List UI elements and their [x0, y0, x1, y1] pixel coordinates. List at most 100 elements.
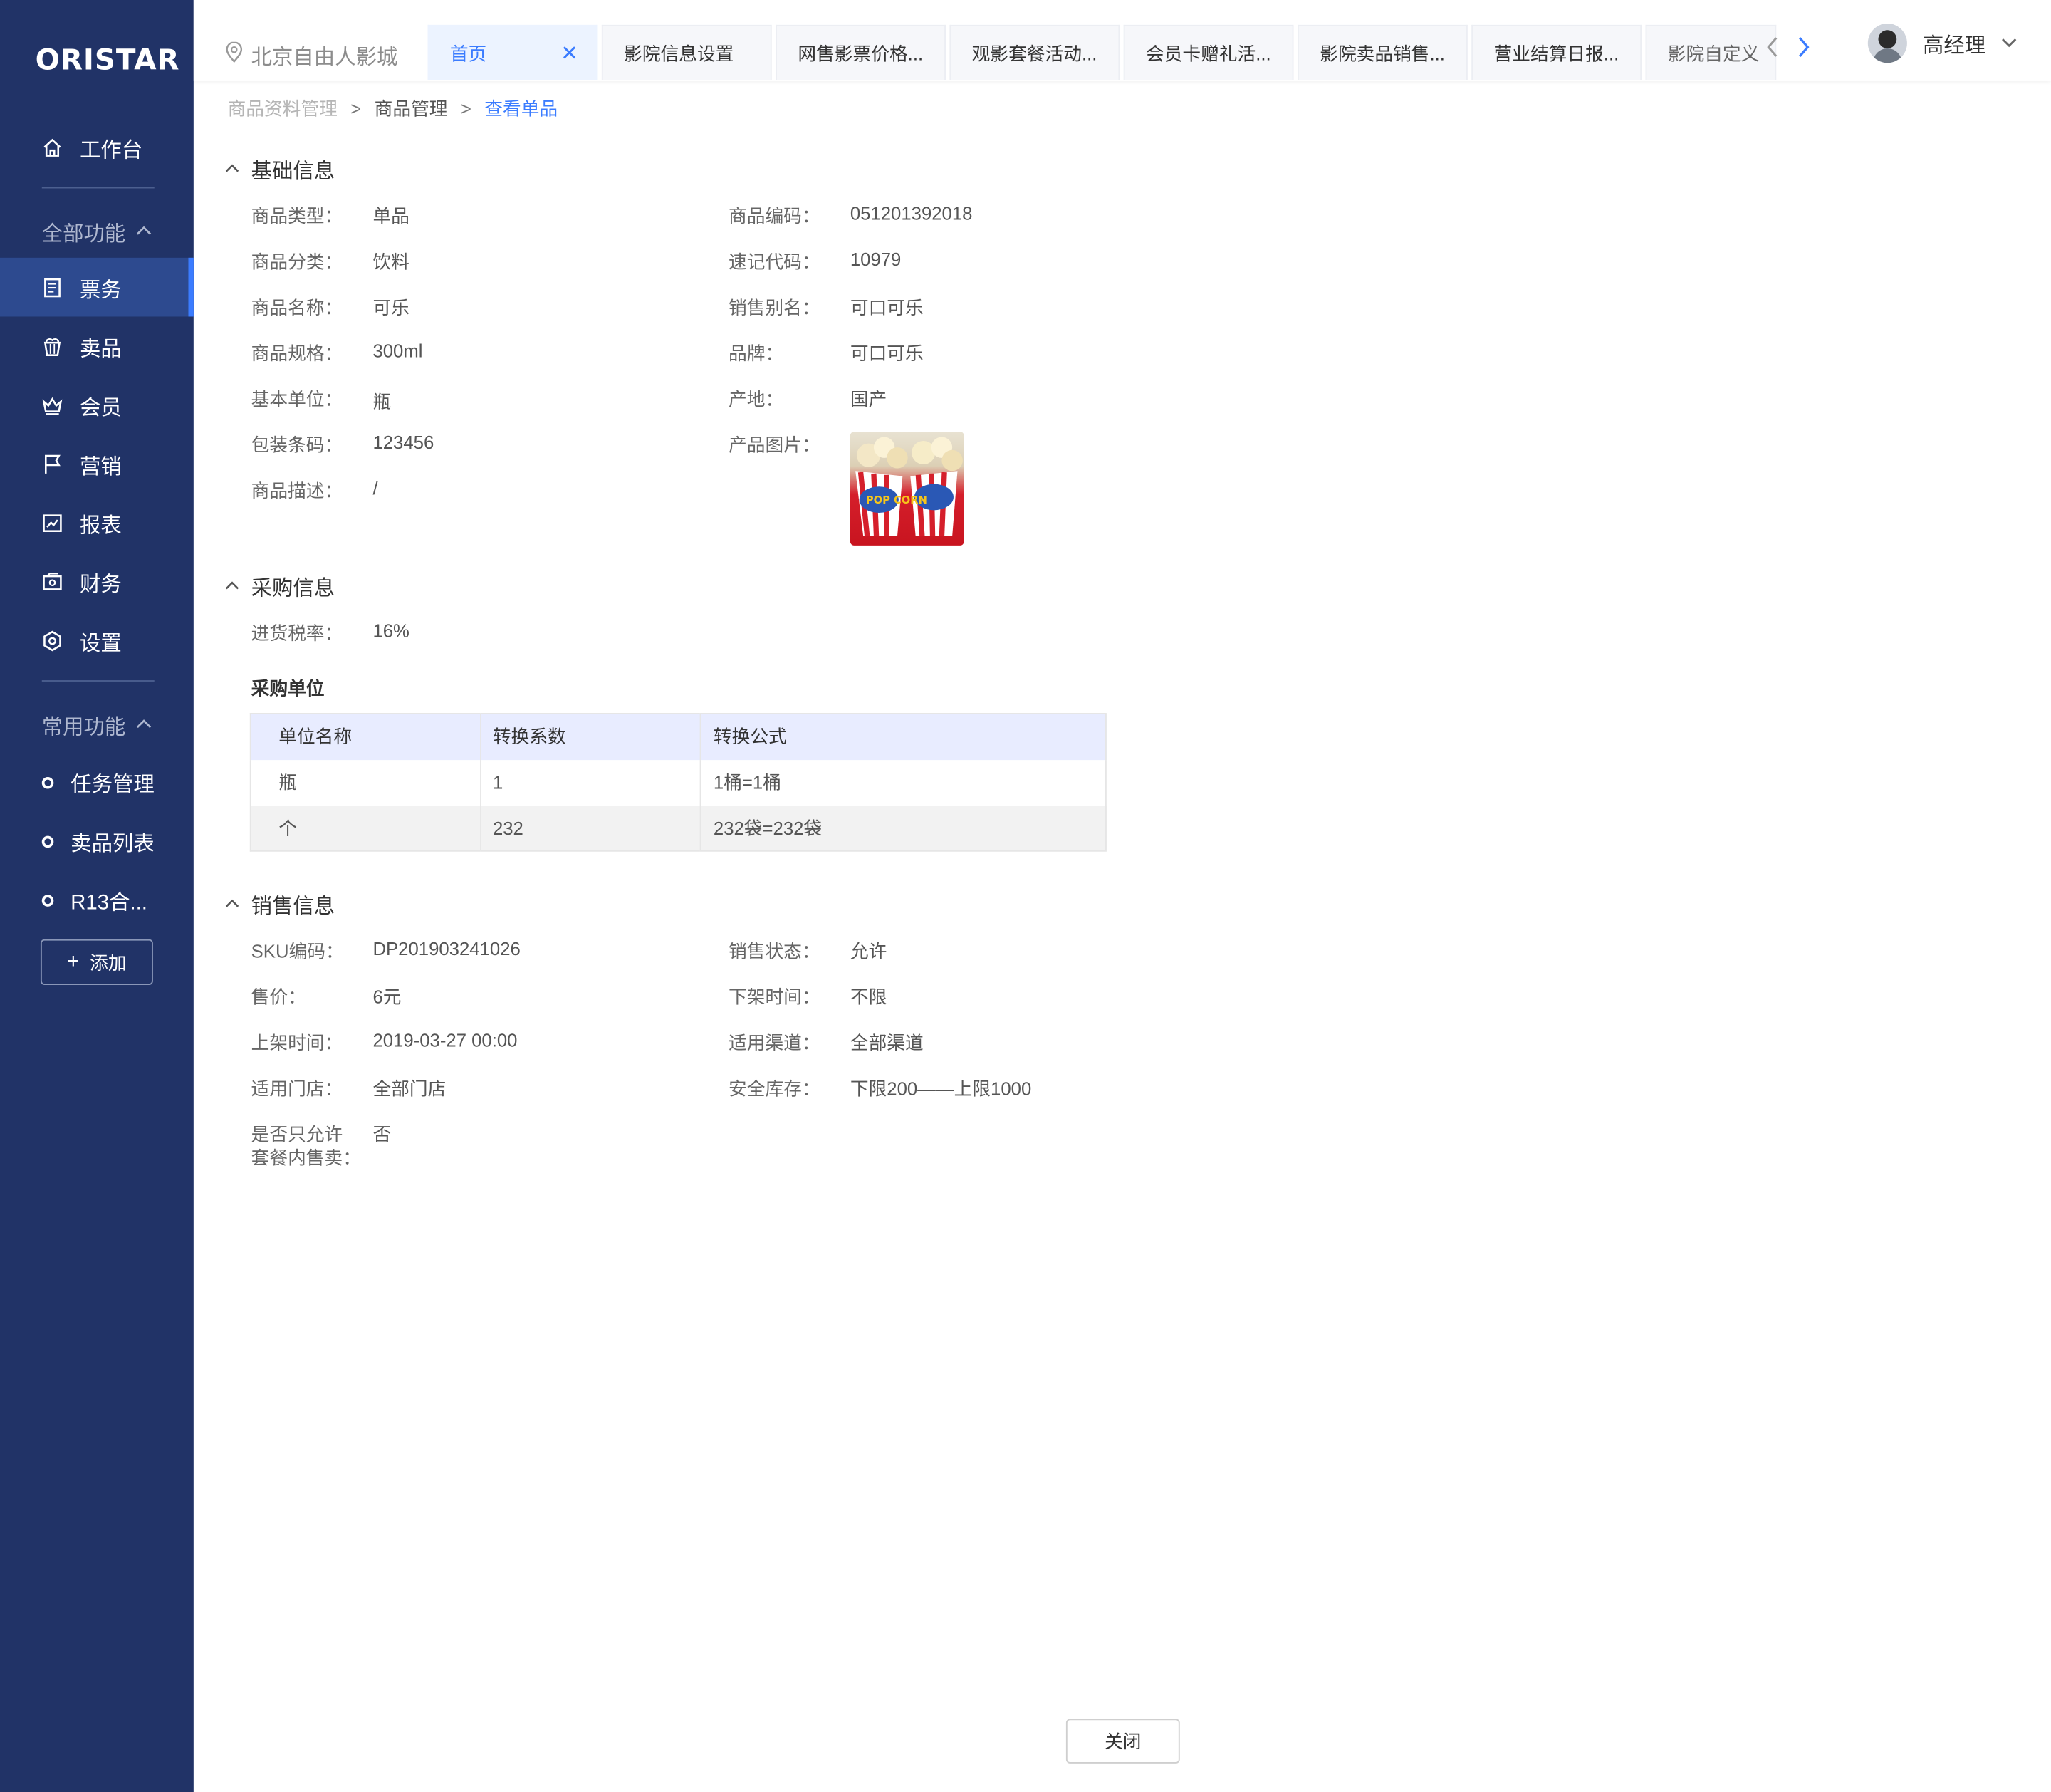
cinema-location[interactable]: 北京自由人影城: [225, 39, 397, 71]
field-label: 销售别名：: [729, 296, 820, 318]
chevron-down-icon: [2001, 34, 2017, 53]
field-value: 10979: [850, 248, 902, 270]
nav-workbench[interactable]: 工作台: [0, 118, 194, 177]
nav-members[interactable]: 会员: [0, 375, 194, 434]
chevron-up-icon: [136, 717, 152, 733]
gear-icon: [42, 630, 63, 651]
finance-icon: [42, 571, 63, 592]
tab-cinema-custom[interactable]: 影院自定义: [1645, 24, 1777, 80]
product-image[interactable]: POP CORN: [850, 432, 964, 546]
field-value: DP201903241026: [372, 937, 521, 959]
tab-label: 影院信息设置: [624, 42, 734, 64]
field-label: 上架时间：: [251, 1032, 343, 1053]
common-features-toggle[interactable]: 常用功能: [42, 709, 152, 740]
purchase-units-table: 单位名称 转换系数 转换公式 瓶 1 1桶=1桶 个 232 232袋=232袋: [249, 713, 1107, 852]
favorite-item-label: 任务管理: [71, 774, 155, 797]
column-header: 转换公式: [701, 713, 1107, 760]
field-value: 允许: [850, 940, 887, 962]
field-value: 2019-03-27 00:00: [372, 1029, 518, 1051]
all-features-label: 全部功能: [41, 224, 126, 246]
field-value: 300ml: [372, 340, 423, 361]
favorite-item-concession-list[interactable]: 卖品列表: [41, 825, 155, 857]
field-label: 速记代码：: [729, 251, 820, 273]
field-label-continued: 套餐内售卖：: [251, 1147, 361, 1169]
table-header-row: 单位名称 转换系数 转换公式: [250, 713, 1107, 760]
tab-online-ticket-price[interactable]: 网售影票价格...: [776, 24, 946, 80]
bullet-icon: [41, 776, 54, 788]
field-label: 产地：: [729, 388, 784, 410]
breadcrumb-separator: >: [350, 98, 362, 120]
section-basic-info-header[interactable]: 基础信息: [225, 153, 335, 184]
chevron-up-icon: [225, 161, 241, 177]
section-purchase-info-header[interactable]: 采购信息: [225, 571, 335, 602]
tabs-scroll-left-icon[interactable]: [1766, 36, 1779, 64]
field-label: 产品图片：: [729, 434, 820, 456]
nav-finance-label: 财务: [80, 573, 122, 596]
tab-viewing-package[interactable]: 观影套餐活动...: [949, 24, 1120, 80]
plus-icon: +: [67, 950, 80, 973]
table-cell: 个: [250, 805, 481, 851]
tab-home[interactable]: 首页 ✕: [427, 24, 598, 80]
breadcrumb-item[interactable]: 商品管理: [375, 95, 448, 122]
nav-settings[interactable]: 设置: [0, 611, 194, 670]
section-sales-info-header[interactable]: 销售信息: [225, 888, 335, 920]
table-cell: 232: [480, 805, 702, 851]
field-value: 国产: [850, 388, 887, 410]
common-features-label: 常用功能: [41, 717, 126, 739]
close-tab-icon[interactable]: ✕: [560, 41, 578, 67]
field-value: 瓶: [372, 391, 392, 412]
field-label: 包装条码：: [251, 434, 343, 456]
breadcrumb: 商品资料管理 > 商品管理 > 查看单品: [228, 95, 571, 122]
section-title: 基础信息: [251, 160, 335, 184]
field-label: 商品编码：: [729, 205, 820, 226]
field-value: 6元: [372, 986, 402, 1008]
field-value: 不限: [850, 986, 887, 1008]
breadcrumb-item[interactable]: 商品资料管理: [228, 95, 338, 122]
tabs-scroll-right-icon[interactable]: [1797, 36, 1810, 64]
favorite-item-r13[interactable]: R13合...: [41, 885, 147, 916]
field-value: /: [372, 477, 378, 499]
tab-label: 营业结算日报...: [1493, 42, 1619, 64]
oristar-logo: ORISTAR: [35, 44, 180, 78]
table-row: 个 232 232袋=232袋: [250, 805, 1107, 851]
nav-reports-label: 报表: [80, 514, 122, 537]
nav-marketing[interactable]: 营销: [0, 434, 194, 494]
favorite-item-label: 卖品列表: [71, 833, 155, 856]
field-value: 否: [372, 1123, 392, 1145]
sidebar-divider: [41, 187, 155, 189]
tab-daily-settlement[interactable]: 营业结算日报...: [1471, 24, 1642, 80]
table-cell: 瓶: [250, 759, 481, 806]
avatar: [1867, 24, 1907, 63]
close-button[interactable]: 关闭: [1065, 1719, 1180, 1764]
sidebar-divider: [41, 680, 155, 682]
section-title: 采购信息: [251, 578, 335, 601]
nav-concessions[interactable]: 卖品: [0, 316, 194, 375]
nav-reports[interactable]: 报表: [0, 493, 194, 552]
field-label: 进货税率：: [251, 622, 343, 644]
field-value: 可乐: [372, 296, 409, 318]
tab-member-gift[interactable]: 会员卡赠礼活...: [1123, 24, 1294, 80]
nav-members-label: 会员: [80, 397, 122, 420]
field-label: 商品规格：: [251, 343, 343, 364]
chevron-up-icon: [225, 896, 241, 912]
field-value: 全部门店: [372, 1078, 447, 1099]
add-favorite-label: 添加: [90, 952, 127, 973]
nav-ticketing[interactable]: 票务: [0, 257, 194, 317]
all-features-toggle[interactable]: 全部功能: [42, 216, 152, 247]
tab-label: 会员卡赠礼活...: [1145, 42, 1271, 64]
tab-label: 网售影票价格...: [798, 42, 924, 64]
nav-ticketing-label: 票务: [80, 279, 122, 302]
nav-finance[interactable]: 财务: [0, 552, 194, 611]
field-value: 123456: [372, 432, 434, 453]
add-favorite-button[interactable]: + 添加: [40, 939, 153, 986]
popcorn-icon: [42, 335, 63, 356]
field-value: 可口可乐: [850, 343, 924, 364]
favorite-item-task-management[interactable]: 任务管理: [41, 766, 155, 798]
tab-cinema-info[interactable]: 影院信息设置: [601, 24, 772, 80]
tab-concession-sales[interactable]: 影院卖品销售...: [1298, 24, 1468, 80]
purchase-units-title: 采购单位: [251, 677, 325, 699]
home-icon: [42, 137, 63, 157]
app-frame: ORISTAR 工作台 全部功能 票务 卖品 会员 营销 报表 财务 设置 常用…: [0, 0, 2051, 1792]
table-row: 瓶 1 1桶=1桶: [250, 759, 1107, 806]
user-menu[interactable]: 高经理: [1867, 24, 2017, 63]
